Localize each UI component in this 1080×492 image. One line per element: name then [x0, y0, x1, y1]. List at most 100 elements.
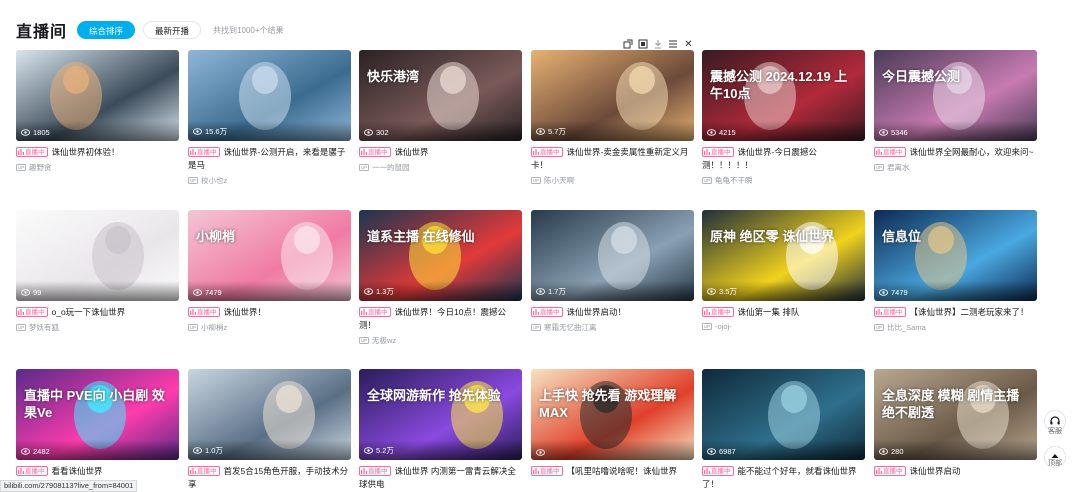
live-room-cover[interactable]: 1.7万: [531, 210, 694, 301]
live-room-card[interactable]: 震撼公测 2024.12.19 上午10点 4215 直播中 诛仙世界-今日震撼公测！…: [702, 50, 865, 186]
live-room-card[interactable]: 6987 直播中 能不能过个好年，就看诛仙世界了！: [702, 369, 865, 491]
viewer-count: 1.0万: [193, 445, 223, 456]
live-room-cover[interactable]: 全球网游新作 抢先体验 5.2万: [359, 369, 522, 460]
live-room-cover[interactable]: 1805: [16, 50, 179, 141]
eye-icon: [707, 448, 716, 455]
sort-newest-button[interactable]: 最新开播: [143, 21, 202, 39]
uploader-link[interactable]: UP 一一的鼠园: [359, 162, 522, 173]
live-badge: 直播中: [874, 466, 906, 476]
live-room-card[interactable]: 全息深度 模糊 剧情主播 绝不剧透 280 直播中 诛仙世界启动: [874, 369, 1037, 478]
cover-overlay-text: 道系主播 在线修仙: [367, 229, 475, 244]
live-room-title-text: 诛仙世界启动！: [566, 307, 627, 317]
live-room-card[interactable]: 1.0万直播中 首发5合15角色开服，手动技术分享: [188, 369, 351, 491]
live-room-title-text: 诛仙世界: [394, 147, 429, 157]
uploader-link[interactable]: UP 寒霜无忆曲江离: [531, 322, 694, 333]
live-bars-icon: [190, 148, 196, 155]
live-room-card[interactable]: 今日震撼公测 5346 直播中 诛仙世界全网最耐心，欢迎来问~ UP 君离水: [874, 50, 1037, 173]
live-room-cover[interactable]: 今日震撼公测 5346: [874, 50, 1037, 141]
live-room-card[interactable]: 小柳梢 7479 直播中 诛仙世界！ UP 小柳梢z: [188, 210, 351, 333]
uploader-link[interactable]: UP 龟龟不干瞬: [702, 175, 865, 186]
live-badge-label: 直播中: [25, 468, 45, 475]
close-icon[interactable]: ✕: [683, 39, 694, 50]
viewer-count-value: 4215: [719, 128, 736, 137]
live-bars-icon: [18, 467, 24, 474]
live-room-cover[interactable]: 99: [16, 210, 179, 301]
live-room-cover[interactable]: 快乐港湾 302: [359, 50, 522, 141]
uploader-link[interactable]: UP 陈小天啊: [531, 175, 694, 186]
sort-comprehensive-button[interactable]: 综合排序: [77, 21, 136, 39]
viewer-count: 5.7万: [536, 126, 566, 137]
popout-icon[interactable]: [622, 39, 633, 50]
live-room-cover[interactable]: 直播中 PVE向 小白剧 效果Ve 2482: [16, 369, 179, 460]
live-room-cover[interactable]: 全息深度 模糊 剧情主播 绝不剧透 280: [874, 369, 1037, 460]
live-room-title[interactable]: 直播中 诛仙世界！: [188, 306, 351, 319]
uploader-link[interactable]: UP 比比_Sama: [874, 322, 1037, 333]
viewer-count-value: 7479: [205, 288, 222, 297]
uploader-link[interactable]: UP 无极wz: [359, 335, 522, 346]
live-room-card[interactable]: 5.7万直播中 诛仙世界-卖金卖属性重新定义月卡！ UP 陈小天啊: [531, 50, 694, 186]
live-room-title[interactable]: 直播中 诛仙世界 内测第一雷青云解决全球供电: [359, 465, 522, 491]
live-room-title[interactable]: 直播中 诛仙世界-卖金卖属性重新定义月卡！: [531, 146, 694, 172]
live-room-title[interactable]: 直播中 诛仙世界-公测开启，来看是骡子是马: [188, 146, 351, 172]
live-room-title[interactable]: 直播中 诛仙世界启动！: [531, 306, 694, 319]
eye-icon: [536, 449, 545, 456]
live-room-cover[interactable]: 1.0万: [188, 369, 351, 460]
live-room-title[interactable]: 直播中 【诛仙世界】二测老玩家来了！: [874, 306, 1037, 319]
live-room-title-text: 诛仙世界！: [223, 307, 267, 317]
live-room-card[interactable]: 原神 绝区零 诛仙世界 3.5万直播中 诛仙第一集 排队 UP -ojoj-: [702, 210, 865, 331]
uploader-link[interactable]: UP 君离水: [874, 162, 1037, 173]
uploader-link[interactable]: UP 趣野贪: [16, 162, 179, 173]
live-room-title[interactable]: 直播中 诛仙世界全网最耐心，欢迎来问~: [874, 146, 1037, 159]
eye-icon: [707, 129, 716, 136]
eye-icon: [707, 288, 716, 295]
live-room-card[interactable]: 1805 直播中 诛仙世界初体验！ UP 趣野贪: [16, 50, 179, 173]
cover-overlay-text: 信息位: [882, 229, 922, 244]
live-room-cover[interactable]: 15.6万: [188, 50, 351, 141]
live-room-title[interactable]: 直播中 能不能过个好年，就看诛仙世界了！: [702, 465, 865, 491]
live-room-title[interactable]: 直播中 看看诛仙世界: [16, 465, 179, 478]
live-room-cover[interactable]: 小柳梢 7479: [188, 210, 351, 301]
live-room-cover[interactable]: 6987: [702, 369, 865, 460]
live-room-title[interactable]: 直播中 o_o玩一下诛仙世界: [16, 306, 179, 319]
live-room-title[interactable]: 直播中 诛仙第一集 排队: [702, 306, 865, 319]
live-badge: 直播中: [188, 307, 220, 317]
live-room-card[interactable]: 道系主播 在线修仙 1.3万直播中 诛仙世界！今日10点！震撼公测！ UP 无极wz: [359, 210, 522, 346]
live-room-cover[interactable]: 5.7万: [531, 50, 694, 141]
live-room-title[interactable]: 直播中 【吼里咕噜说啥呢！诛仙世界: [531, 465, 694, 478]
live-room-title[interactable]: 直播中 诛仙世界！今日10点！震撼公测！: [359, 306, 522, 332]
live-room-cover[interactable]: 道系主播 在线修仙 1.3万: [359, 210, 522, 301]
uploader-link[interactable]: UP 校小也z: [188, 175, 351, 186]
live-room-cover[interactable]: 上手快 抢先看 游戏理解MAX: [531, 369, 694, 460]
uploader-link[interactable]: UP -ojoj-: [702, 322, 865, 331]
viewer-count-value: 3.5万: [719, 287, 737, 296]
uploader-link[interactable]: UP 小柳梢z: [188, 322, 351, 333]
menu-icon[interactable]: [668, 39, 679, 50]
live-room-card[interactable]: 直播中 PVE向 小白剧 效果Ve 2482 直播中 看看诛仙世界: [16, 369, 179, 478]
live-room-title[interactable]: 直播中 诛仙世界初体验！: [16, 146, 179, 159]
live-room-title[interactable]: 直播中 诛仙世界启动: [874, 465, 1037, 478]
live-badge: 直播中: [531, 147, 563, 157]
live-room-title[interactable]: 直播中 首发5合15角色开服，手动技术分享: [188, 465, 351, 491]
fullscreen-icon[interactable]: [637, 39, 648, 50]
live-room-card[interactable]: 上手快 抢先看 游戏理解MAX 直播中 【吼里咕噜说啥呢！诛仙世界: [531, 369, 694, 478]
live-badge-label: 直播中: [711, 309, 731, 316]
live-room-cover[interactable]: 震撼公测 2024.12.19 上午10点 4215: [702, 50, 865, 141]
download-icon[interactable]: [653, 39, 664, 50]
live-room-card[interactable]: 全球网游新作 抢先体验 5.2万直播中 诛仙世界 内测第一雷青云解决全球供电: [359, 369, 522, 491]
live-room-card[interactable]: 15.6万直播中 诛仙世界-公测开启，来看是骡子是马 UP 校小也z: [188, 50, 351, 186]
viewer-count-value: 1.0万: [205, 446, 223, 455]
live-room-title[interactable]: 直播中 诛仙世界-今日震撼公测！！！！！: [702, 146, 865, 172]
live-room-card[interactable]: 信息位 7479 直播中 【诛仙世界】二测老玩家来了！ UP 比比_Sama: [874, 210, 1037, 333]
uploader-link[interactable]: UP 梦妖有狐: [16, 322, 179, 333]
cover-overlay-text: 小柳梢: [196, 229, 236, 244]
live-room-cover[interactable]: 信息位 7479: [874, 210, 1037, 301]
live-room-title[interactable]: 直播中 诛仙世界: [359, 146, 522, 159]
viewer-count-value: 1.7万: [548, 287, 566, 296]
live-room-cover[interactable]: 原神 绝区零 诛仙世界 3.5万: [702, 210, 865, 301]
live-badge-label: 直播中: [540, 149, 560, 156]
live-room-card[interactable]: 快乐港湾 302 直播中 诛仙世界 UP 一一的鼠园: [359, 50, 522, 173]
live-badge-label: 直播中: [883, 468, 903, 475]
live-room-card[interactable]: 1.7万直播中 诛仙世界启动！ UP 寒霜无忆曲江离: [531, 210, 694, 333]
live-room-card[interactable]: 99 直播中 o_o玩一下诛仙世界 UP 梦妖有狐: [16, 210, 179, 333]
live-bars-icon: [190, 467, 196, 474]
